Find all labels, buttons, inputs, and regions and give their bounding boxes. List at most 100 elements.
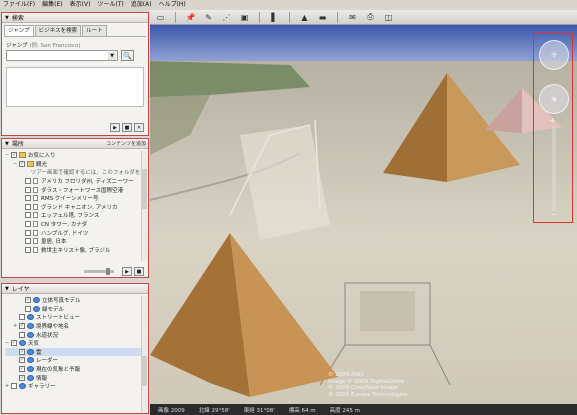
tree-item-label: ダラス・フォートワース国際空港: [41, 187, 124, 194]
ruler-icon[interactable]: ▬: [316, 12, 329, 23]
menu-item[interactable]: 編集(E): [42, 0, 62, 10]
stop-icon[interactable]: ■: [122, 123, 132, 132]
place-icon: [33, 203, 38, 210]
checkbox[interactable]: [25, 229, 31, 236]
search-icon: 🔍: [123, 52, 132, 60]
layers-header[interactable]: ▼ レイヤ: [2, 284, 148, 294]
search-input[interactable]: ▼: [6, 50, 118, 61]
checkbox[interactable]: [25, 195, 31, 202]
tree-item[interactable]: エッフェル塔, フランス: [5, 211, 145, 220]
menu-item[interactable]: ツール(T): [97, 0, 123, 10]
checkbox[interactable]: [25, 305, 31, 312]
sidebar-toggle-icon[interactable]: ▭: [154, 12, 167, 23]
checkbox[interactable]: ✓: [19, 348, 25, 355]
jump-example: (例: San Francisco): [29, 43, 81, 49]
tree-item[interactable]: − ✓ 観光: [5, 160, 145, 169]
tree-item[interactable]: ✓ 立体写真モデル: [5, 296, 145, 305]
menu-item[interactable]: ファイル(F): [3, 0, 35, 10]
chevron-down-icon[interactable]: ▼: [108, 52, 116, 60]
menu-item[interactable]: ヘルプ(H): [159, 0, 186, 10]
tree-item[interactable]: ハンブルグ, ドイツ: [5, 228, 145, 237]
search-header[interactable]: ▼ 検索: [2, 13, 148, 23]
checkbox[interactable]: [19, 314, 25, 321]
stop-tour-icon[interactable]: ■: [134, 266, 144, 276]
add-content-link[interactable]: コンテンツを追加: [106, 140, 146, 147]
tree-item[interactable]: + ギャラリー: [5, 382, 145, 391]
checkbox[interactable]: [11, 383, 17, 390]
scrollbar-thumb[interactable]: [142, 169, 147, 209]
tree-item[interactable]: ✓ 雲: [5, 347, 145, 357]
close-icon[interactable]: ✕: [134, 123, 144, 132]
places-header[interactable]: ▼ 場所 コンテンツを追加: [2, 139, 148, 149]
tree-item[interactable]: 水道状況: [5, 330, 145, 339]
view-in-maps-icon[interactable]: ◫: [382, 12, 395, 23]
zoom-out-icon[interactable]: −: [550, 210, 557, 219]
checkbox[interactable]: [25, 221, 31, 228]
gallery-icon: [19, 383, 26, 390]
checkbox[interactable]: [25, 246, 31, 253]
search-button[interactable]: 🔍: [121, 50, 134, 61]
checkbox[interactable]: [25, 238, 31, 245]
sky-icon[interactable]: ▲: [298, 12, 311, 23]
tree-item[interactable]: 皇居, 日本: [5, 237, 145, 246]
tour-icon[interactable]: ▌: [268, 12, 281, 23]
building-icon: [33, 305, 40, 312]
checkbox[interactable]: ✓: [19, 357, 25, 364]
layers-scrollbar[interactable]: [141, 296, 147, 412]
checkbox[interactable]: ✓: [19, 323, 25, 330]
tree-item[interactable]: CN タワー, カナダ: [5, 220, 145, 229]
look-around-icon[interactable]: ◉: [539, 84, 569, 114]
placemark-icon[interactable]: 📌: [184, 12, 197, 23]
path-icon[interactable]: ⋰: [220, 12, 233, 23]
collapse-triangle-icon[interactable]: ▼: [5, 141, 9, 147]
checkbox[interactable]: ✓: [25, 297, 31, 304]
print-icon[interactable]: ⎙: [364, 12, 377, 23]
tree-item[interactable]: ✓ 現在の気象と予報: [5, 365, 145, 374]
checkbox[interactable]: ✓: [19, 160, 25, 167]
email-icon[interactable]: ✉: [346, 12, 359, 23]
collapse-triangle-icon[interactable]: ▼: [5, 286, 9, 292]
slider-knob[interactable]: [106, 267, 110, 275]
checkbox[interactable]: [25, 212, 31, 219]
menu-item[interactable]: 追加(A): [131, 0, 152, 10]
scrollbar-thumb[interactable]: [142, 356, 147, 386]
tab-route[interactable]: ルート: [82, 25, 107, 36]
play-icon[interactable]: ▶: [110, 123, 120, 132]
tree-item[interactable]: アメリカ フロリダ州, ディズニーワー: [5, 177, 145, 186]
checkbox[interactable]: ✓: [19, 366, 25, 373]
tree-item[interactable]: 緑モデル: [5, 305, 145, 314]
tour-speed-slider[interactable]: [84, 267, 114, 275]
tree-item[interactable]: − ✓ 天気: [5, 339, 145, 348]
tree-item[interactable]: − ✓ お気に入り: [5, 151, 145, 160]
tree-item[interactable]: + ✓ 境界線や地名: [5, 322, 145, 331]
checkbox[interactable]: ✓: [19, 374, 25, 381]
checkbox[interactable]: [19, 331, 25, 338]
checkbox[interactable]: ✓: [11, 340, 17, 347]
compass-icon[interactable]: ✣: [539, 40, 569, 70]
tree-item[interactable]: 救世主キリスト像, ブラジル: [5, 246, 145, 255]
collapse-triangle-icon[interactable]: ▼: [5, 15, 9, 21]
overlay-icon[interactable]: ▣: [238, 12, 251, 23]
tab-business[interactable]: ビジネスを検索: [34, 25, 82, 36]
checkbox[interactable]: [25, 178, 31, 185]
tree-item[interactable]: グランド キャニオン, アメリカ: [5, 203, 145, 212]
tree-item[interactable]: ストリートビュー: [5, 313, 145, 322]
polygon-icon[interactable]: ✎: [202, 12, 215, 23]
places-scrollbar[interactable]: [141, 151, 147, 261]
tree-item[interactable]: ✓ レーダー: [5, 356, 145, 365]
zoom-in-icon[interactable]: +: [549, 116, 556, 125]
earth-3d-view[interactable]: ✣ ◉ + − © 2009 AND Image © 2009 DigitalG…: [150, 25, 577, 415]
tree-item[interactable]: ✓ 情報: [5, 373, 145, 382]
checkbox[interactable]: [25, 186, 31, 193]
tree-item[interactable]: ツアー画面で確認するには、このフォルダを選択して[ツアーの再生]ボタン: [5, 168, 145, 177]
place-icon: [33, 212, 38, 219]
tree-item[interactable]: ダラス・フォートワース国際空港: [5, 185, 145, 194]
checkbox[interactable]: ✓: [11, 152, 17, 159]
zoom-slider[interactable]: [552, 126, 556, 211]
checkbox[interactable]: [25, 203, 31, 210]
menu-item[interactable]: 表示(V): [70, 0, 91, 10]
tab-jump[interactable]: ジャンプ: [4, 25, 34, 36]
play-tour-icon[interactable]: ▶: [122, 266, 132, 276]
tree-item[interactable]: RMS クイーンメリー号: [5, 194, 145, 203]
tree-item-label: 雲: [36, 349, 42, 356]
